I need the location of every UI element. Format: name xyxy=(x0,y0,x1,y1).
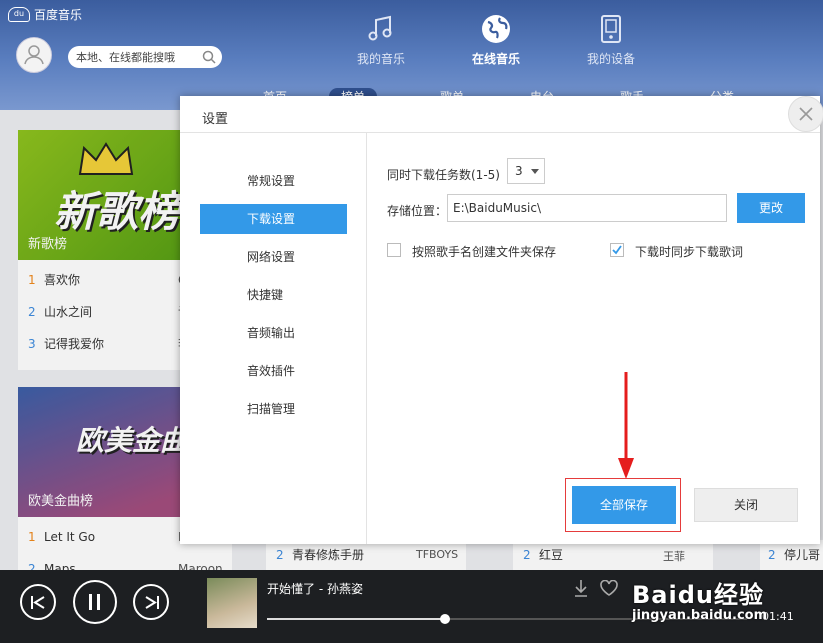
dialog-title: 设置 xyxy=(202,112,229,127)
path-label: 存储位置： xyxy=(387,204,448,218)
now-playing-title: 开始懂了 - 孙燕姿 xyxy=(267,582,363,596)
search-icon[interactable] xyxy=(202,50,216,64)
watermark-url: jingyan.baidu.com xyxy=(632,608,768,623)
baidu-music-logo-icon: du xyxy=(8,7,30,22)
previous-icon xyxy=(31,596,45,609)
nav-my-device-label: 我的设备 xyxy=(586,52,635,66)
artist-folder-label: 按照歌手名创建文件夹保存 xyxy=(412,245,557,259)
nav-my-music[interactable]: 我的音乐 xyxy=(331,12,431,67)
close-button[interactable] xyxy=(788,96,823,132)
progress-handle[interactable] xyxy=(439,614,450,624)
app-header: du 百度音乐 我的音乐 在线音乐 我的设备 首页 榜单 歌单 电台 歌手 分类 xyxy=(0,0,823,110)
task-count-value: 3 xyxy=(515,164,523,178)
avatar[interactable] xyxy=(16,37,52,73)
settings-menu: 常规设置 下载设置 网络设置 快捷键 音频输出 音效插件 扫描管理 xyxy=(180,133,367,544)
menu-item-general[interactable]: 常规设置 xyxy=(200,166,347,196)
storage-path-field[interactable]: E:\BaiduMusic\ xyxy=(447,194,727,222)
pause-icon xyxy=(89,594,100,610)
nav-my-music-label: 我的音乐 xyxy=(356,52,405,66)
storage-path-value: E:\BaiduMusic\ xyxy=(453,201,541,215)
device-icon xyxy=(601,15,621,43)
chevron-down-icon xyxy=(531,169,539,174)
dialog-header: 设置 xyxy=(180,96,823,133)
globe-icon xyxy=(482,15,510,43)
album-cover[interactable] xyxy=(207,578,257,628)
menu-item-scan[interactable]: 扫描管理 xyxy=(200,394,347,424)
progress-fill xyxy=(267,618,445,620)
change-path-button[interactable]: 更改 xyxy=(737,193,805,223)
next-button[interactable] xyxy=(133,584,169,620)
nav-online-music-label: 在线音乐 xyxy=(471,52,520,66)
close-dialog-button[interactable]: 关闭 xyxy=(694,488,798,522)
task-count-select[interactable]: 3 xyxy=(507,158,545,184)
menu-item-effects[interactable]: 音效插件 xyxy=(200,356,347,386)
close-icon xyxy=(799,107,813,121)
nav-my-device[interactable]: 我的设备 xyxy=(561,12,661,67)
download-icon[interactable] xyxy=(573,579,589,597)
search-box[interactable] xyxy=(68,46,222,68)
red-arrow-annotation xyxy=(618,372,634,479)
music-note-icon xyxy=(368,15,392,41)
heart-icon[interactable] xyxy=(600,580,618,596)
menu-item-audio-output[interactable]: 音频输出 xyxy=(200,318,347,348)
menu-item-network[interactable]: 网络设置 xyxy=(200,242,347,272)
app-logo: du 百度音乐 xyxy=(8,6,82,23)
app-title: 百度音乐 xyxy=(34,8,83,22)
watermark-brand: Baidu经验 xyxy=(632,581,764,609)
previous-button[interactable] xyxy=(20,584,56,620)
artist-folder-checkbox[interactable] xyxy=(387,243,401,257)
settings-dialog: 设置 常规设置 下载设置 网络设置 快捷键 音频输出 音效插件 扫描管理 同时下… xyxy=(180,96,823,544)
next-icon xyxy=(145,596,159,609)
menu-item-download[interactable]: 下载设置 xyxy=(200,204,347,234)
pause-button[interactable] xyxy=(73,580,117,624)
nav-online-music[interactable]: 在线音乐 xyxy=(446,12,546,67)
menu-item-shortcuts[interactable]: 快捷键 xyxy=(200,280,347,310)
lyrics-label: 下载时同步下载歌词 xyxy=(635,245,744,259)
baidu-jingyan-watermark: Baidu经验 jingyan.baidu.com xyxy=(632,575,767,623)
task-count-label: 同时下载任务数(1-5) xyxy=(387,168,500,182)
search-input[interactable] xyxy=(76,49,196,65)
save-all-button[interactable]: 全部保存 xyxy=(572,486,676,524)
lyrics-checkbox[interactable] xyxy=(610,243,624,257)
checkmark-icon xyxy=(612,245,622,255)
user-icon xyxy=(24,45,44,65)
